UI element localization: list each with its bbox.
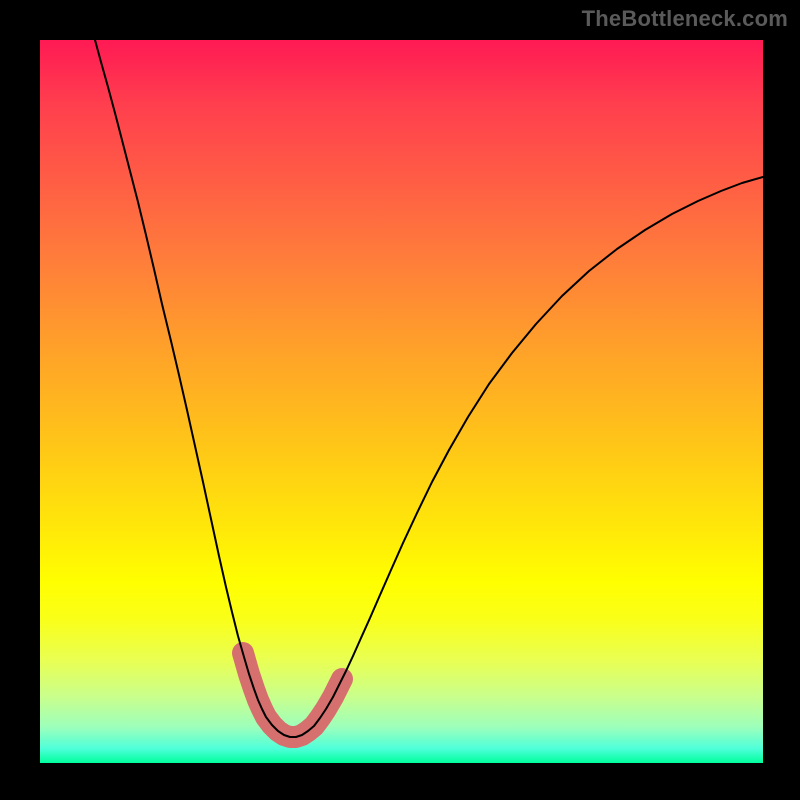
curve-path: [95, 40, 763, 737]
chart-plot-area: [40, 40, 763, 763]
chart-frame: TheBottleneck.com: [0, 0, 800, 800]
chart-svg: [40, 40, 763, 763]
valley-highlight-path: [243, 653, 342, 737]
attribution-label: TheBottleneck.com: [582, 6, 788, 32]
